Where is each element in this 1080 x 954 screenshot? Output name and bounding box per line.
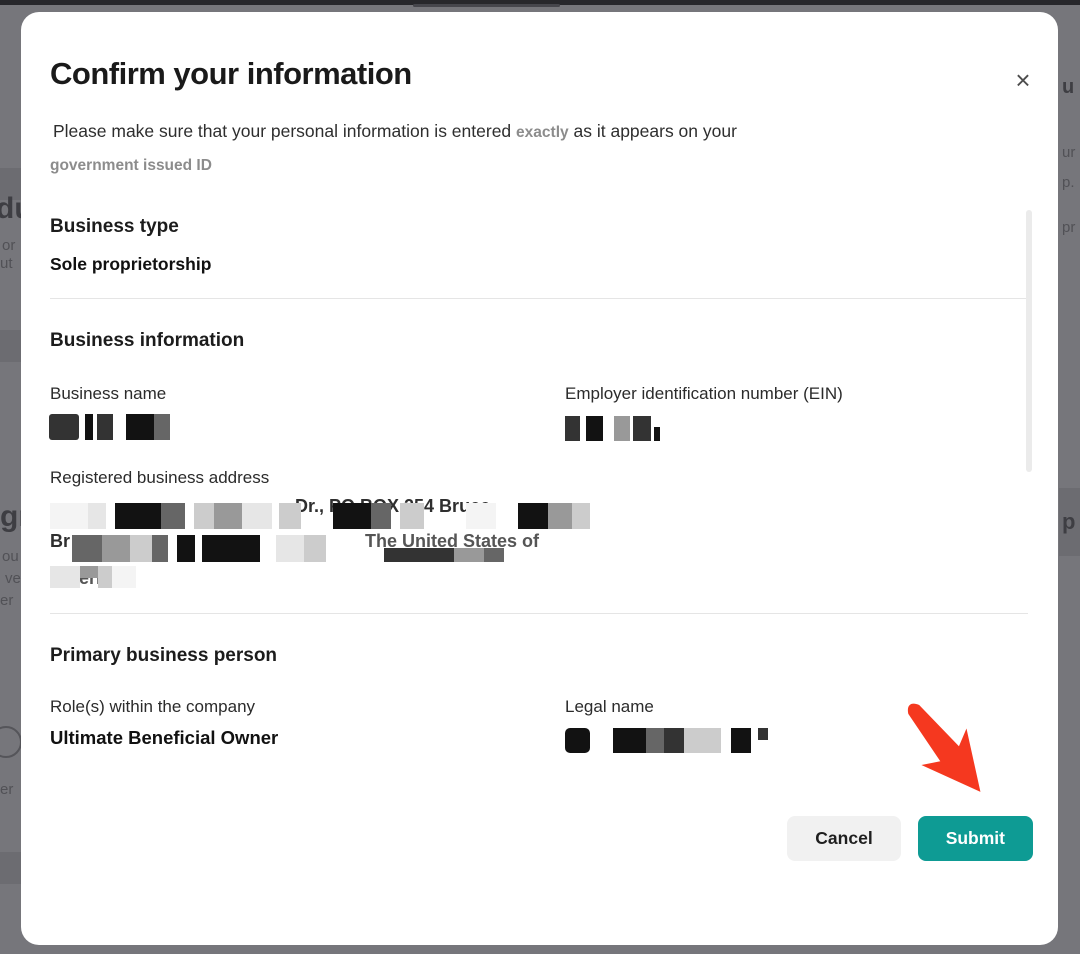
business-name-redacted-value xyxy=(49,414,170,440)
registered-address-label: Registered business address xyxy=(50,468,269,488)
backdrop-radio-circle xyxy=(0,726,22,758)
subtitle-emphasis: exactly xyxy=(516,124,569,141)
backdrop-text-fragment: p xyxy=(1062,510,1075,534)
section-heading-business-information: Business information xyxy=(50,330,244,352)
backdrop-text-fragment: ve xyxy=(5,571,21,588)
dialog-scrollbar[interactable] xyxy=(1026,210,1032,472)
confirm-information-dialog: Confirm your information × Please make s… xyxy=(21,12,1058,945)
cancel-button[interactable]: Cancel xyxy=(787,816,900,861)
legal-name-label: Legal name xyxy=(565,697,654,717)
subtitle-lead: Please make sure that your personal info… xyxy=(53,121,511,141)
section-heading-primary-person: Primary business person xyxy=(50,645,277,667)
backdrop-text-fragment: u xyxy=(1062,76,1074,98)
backdrop-text-fragment: er xyxy=(0,782,13,799)
backdrop-text-fragment: or xyxy=(2,238,15,255)
subtitle-tail: as it appears on your xyxy=(574,121,737,141)
backdrop-text-fragment: ut xyxy=(0,256,13,273)
address-redacted-line1: Dr., PO BOX 254 Bruce xyxy=(50,496,750,530)
role-value: Ultimate Beneficial Owner xyxy=(50,727,278,749)
dialog-actions: Cancel Submit xyxy=(787,816,1033,861)
address-line2-visible-start: Br xyxy=(50,531,70,552)
close-icon[interactable]: × xyxy=(1007,64,1039,96)
dialog-subtitle-line2: government issued ID xyxy=(50,149,212,183)
backdrop-text-fragment: ou xyxy=(2,549,19,566)
address-redacted-line2: Br The United States of xyxy=(50,529,750,563)
section-heading-business-type: Business type xyxy=(50,216,179,238)
ein-label: Employer identification number (EIN) xyxy=(565,384,843,404)
legal-name-redacted-value xyxy=(565,728,768,753)
business-name-label: Business name xyxy=(50,384,166,404)
divider xyxy=(50,613,1028,614)
backdrop-band xyxy=(0,330,21,362)
address-redacted-line3: America xyxy=(50,562,750,596)
role-label: Role(s) within the company xyxy=(50,697,255,717)
dialog-subtitle: Please make sure that your personal info… xyxy=(53,114,973,150)
submit-button[interactable]: Submit xyxy=(918,816,1033,861)
backdrop-band xyxy=(0,852,21,884)
backdrop-text-fragment: pr xyxy=(1062,220,1075,237)
backdrop-text-fragment: p. xyxy=(1062,175,1075,192)
backdrop-tab-line xyxy=(413,4,560,7)
business-type-value: Sole proprietorship xyxy=(50,254,211,275)
dialog-title: Confirm your information xyxy=(50,56,412,92)
ein-redacted-value xyxy=(565,416,660,441)
divider xyxy=(50,298,1028,299)
backdrop-text-fragment: ur xyxy=(1062,145,1075,162)
backdrop-text-fragment: er xyxy=(0,593,13,610)
